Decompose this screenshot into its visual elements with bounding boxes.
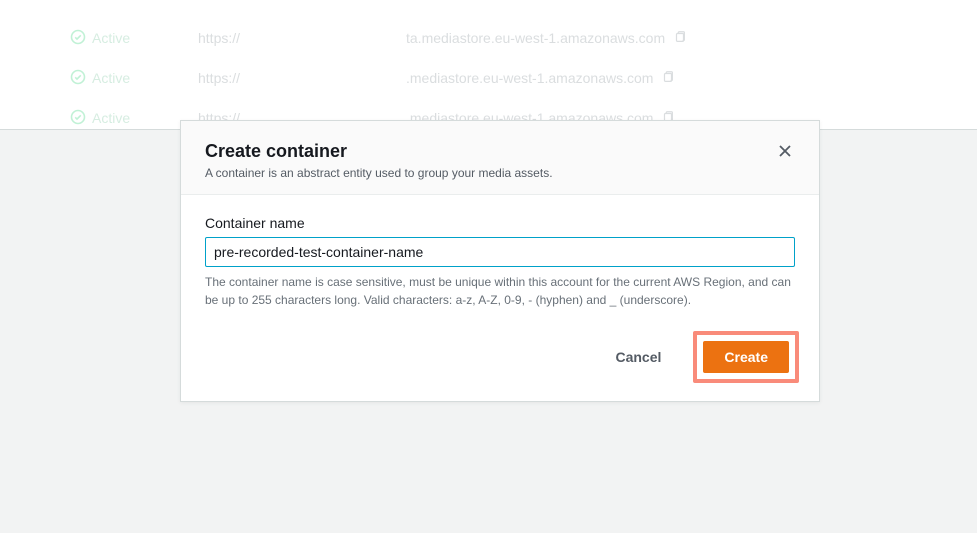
- modal-footer: Cancel Create: [181, 319, 819, 401]
- container-name-label: Container name: [205, 215, 795, 231]
- status-badge: Active: [70, 109, 190, 128]
- check-circle-icon: [70, 109, 86, 128]
- check-circle-icon: [70, 69, 86, 88]
- status-text: Active: [92, 70, 130, 86]
- endpoint-protocol: https://: [198, 30, 398, 46]
- copy-icon: [661, 70, 675, 87]
- status-badge: Active: [70, 69, 190, 88]
- check-circle-icon: [70, 29, 86, 48]
- status-badge: Active: [70, 29, 190, 48]
- modal-body: Container name The container name is cas…: [181, 195, 819, 319]
- endpoint-domain: .mediastore.eu-west-1.amazonaws.com: [406, 70, 675, 87]
- table-row: Active https:// ta.mediastore.eu-west-1.…: [0, 18, 977, 58]
- modal-subtitle: A container is an abstract entity used t…: [205, 166, 553, 180]
- close-button[interactable]: [775, 141, 795, 161]
- endpoint-domain: ta.mediastore.eu-west-1.amazonaws.com: [406, 30, 687, 47]
- container-name-help: The container name is case sensitive, mu…: [205, 273, 795, 309]
- copy-icon: [673, 30, 687, 47]
- table-row: Active https:// .mediastore.eu-west-1.am…: [0, 58, 977, 98]
- status-text: Active: [92, 110, 130, 126]
- create-container-modal: Create container A container is an abstr…: [180, 120, 820, 402]
- endpoint-protocol: https://: [198, 70, 398, 86]
- container-name-input[interactable]: [205, 237, 795, 267]
- cancel-button[interactable]: Cancel: [595, 342, 681, 372]
- modal-title: Create container: [205, 141, 553, 162]
- create-button-highlight: Create: [693, 331, 799, 383]
- container-list-backdrop: Active https:// ta.mediastore.eu-west-1.…: [0, 0, 977, 130]
- status-text: Active: [92, 30, 130, 46]
- close-icon: [777, 143, 793, 159]
- modal-header: Create container A container is an abstr…: [181, 121, 819, 195]
- create-button[interactable]: Create: [703, 341, 789, 373]
